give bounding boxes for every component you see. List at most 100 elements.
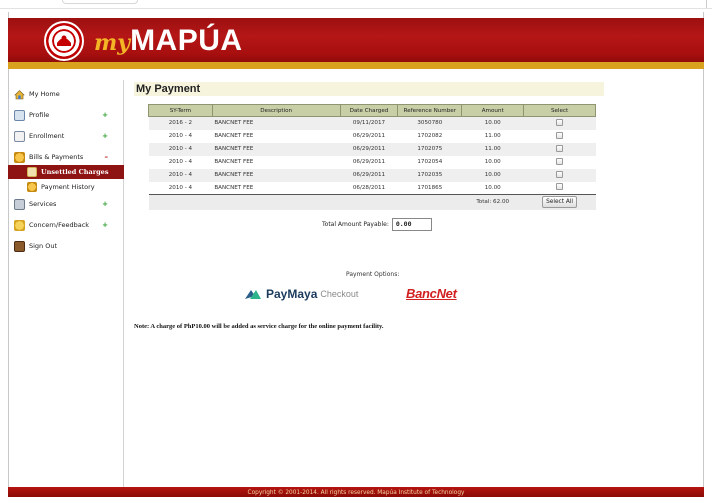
cell-reference-number: 3050780 (397, 116, 462, 130)
cell-sy-term: 2010 - 4 (148, 129, 213, 143)
table-row: 2016 - 2 BANCNET FEE 09/11/2017 3050780 … (148, 116, 596, 130)
brand-prefix: my (94, 30, 131, 56)
paymaya-checkout-label: Checkout (320, 289, 359, 299)
cell-description: BANCNET FEE (212, 116, 340, 130)
select-checkbox[interactable] (556, 183, 564, 191)
sidebar: My Home Profile + Enrollment + Bills & P… (8, 80, 124, 487)
cell-select (523, 181, 596, 195)
column-header: Description (211, 104, 341, 117)
sidebar-item-services[interactable]: Services + (8, 196, 124, 212)
cell-sy-term: 2010 - 4 (148, 181, 213, 195)
collapse-minus-icon[interactable]: – (105, 153, 109, 161)
cell-select (523, 116, 596, 130)
expand-plus-icon[interactable]: + (102, 111, 108, 119)
sidebar-subitem-label: Payment History (41, 183, 95, 191)
select-checkbox[interactable] (556, 170, 564, 178)
sidebar-item-label: My Home (29, 90, 60, 98)
enrollment-doc-icon (14, 130, 25, 142)
sidebar-subitem-payment-history[interactable]: Payment History (8, 180, 124, 194)
sidebar-item-label: Profile (29, 111, 50, 119)
payment-options-label: Payment Options: (346, 271, 400, 278)
seal-emblem-icon (54, 31, 74, 51)
header-gold-stripe (8, 62, 704, 69)
sidebar-item-profile[interactable]: Profile + (8, 107, 124, 123)
sidebar-item-sign-out[interactable]: Sign Out (8, 238, 124, 254)
cell-select (523, 129, 596, 143)
cell-reference-number: 1702035 (397, 168, 462, 182)
sidebar-item-label: Concern/Feedback (29, 221, 90, 229)
cell-amount: 10.00 (461, 155, 524, 169)
sidebar-item-enrollment[interactable]: Enrollment + (8, 128, 124, 144)
expand-plus-icon[interactable]: + (102, 221, 108, 229)
brand-name: MAPÚA (130, 24, 243, 57)
browser-top-edge (0, 0, 712, 12)
sidebar-item-label: Enrollment (29, 132, 65, 140)
bills-coin-icon (14, 151, 25, 163)
cell-amount: 10.00 (461, 168, 524, 182)
column-header: SY-Term (148, 104, 213, 117)
cell-sy-term: 2010 - 4 (148, 168, 213, 182)
sidebar-subitem-label: Unsettled Charges (41, 168, 109, 176)
profile-card-icon (14, 109, 25, 121)
feedback-face-icon (14, 219, 25, 231)
sidebar-item-label: Bills & Payments (29, 153, 84, 161)
paymaya-logo-icon (245, 290, 261, 299)
total-payable-field[interactable]: 0.00 (391, 218, 432, 231)
sidebar-item-bills-payments[interactable]: Bills & Payments – (8, 149, 124, 165)
bancnet-button[interactable]: BancNet (406, 286, 457, 301)
charges-icon (27, 167, 37, 177)
header-banner: myMAPÚA (8, 18, 704, 69)
total-payable-label: Total Amount Payable: (322, 221, 389, 228)
cell-date-charged: 06/28/2011 (340, 181, 398, 195)
table-total-row: Total: 62.00 Select All (148, 194, 596, 210)
select-checkbox[interactable] (556, 144, 564, 152)
table-header-row: SY-Term Description Date Charged Referen… (148, 104, 596, 117)
cell-sy-term: 2010 - 4 (148, 142, 213, 156)
paymaya-checkout-button[interactable]: PayMaya Checkout (244, 287, 358, 301)
select-all-button[interactable]: Select All (542, 196, 578, 209)
cell-date-charged: 06/29/2011 (340, 142, 398, 156)
expand-plus-icon[interactable]: + (102, 200, 108, 208)
cell-amount: 11.00 (461, 129, 524, 143)
cell-amount: 10.00 (461, 116, 524, 130)
table-row: 2010 - 4 BANCNET FEE 06/29/2011 1702035 … (148, 168, 596, 182)
service-charge-note: Note: A charge of PhP10.00 will be added… (134, 323, 384, 330)
sidebar-item-concern-feedback[interactable]: Concern/Feedback + (8, 217, 124, 233)
cell-select (523, 142, 596, 156)
mapua-seal-logo[interactable] (44, 21, 84, 61)
table-row: 2010 - 4 BANCNET FEE 06/29/2011 1702054 … (148, 155, 596, 169)
table-row: 2010 - 4 BANCNET FEE 06/28/2011 1701865 … (148, 181, 596, 195)
expand-plus-icon[interactable]: + (102, 132, 108, 140)
copyright-text: Copyright © 2001-2014. All rights reserv… (247, 490, 465, 496)
sidebar-item-my-home[interactable]: My Home (8, 86, 124, 102)
sidebar-item-label: Services (29, 200, 57, 208)
cell-reference-number: 1702054 (397, 155, 462, 169)
cell-description: BANCNET FEE (212, 168, 340, 182)
select-checkbox[interactable] (556, 131, 564, 139)
paymaya-label: PayMaya (266, 287, 318, 301)
cell-reference-number: 1702075 (397, 142, 462, 156)
select-checkbox[interactable] (556, 157, 564, 165)
column-header: Amount (461, 104, 525, 117)
column-header: Reference Number (397, 104, 463, 117)
scrollbar-fragment[interactable] (706, 0, 712, 8)
tab-fragment (62, 0, 138, 4)
cell-description: BANCNET FEE (212, 129, 340, 143)
history-coin-icon (27, 182, 37, 192)
services-icon (14, 198, 25, 210)
sidebar-subitem-unsettled-charges[interactable]: Unsettled Charges (8, 165, 124, 179)
cell-amount: 11.00 (461, 142, 524, 156)
cell-description: BANCNET FEE (212, 155, 340, 169)
column-header: Select (523, 104, 596, 117)
cell-select (523, 168, 596, 182)
column-header: Date Charged (339, 104, 399, 117)
home-icon (14, 89, 25, 100)
cell-sy-term: 2010 - 4 (148, 155, 213, 169)
table-row: 2010 - 4 BANCNET FEE 06/29/2011 1702075 … (148, 142, 596, 156)
brand-wordmark[interactable]: myMAPÚA (94, 24, 243, 58)
charges-table: SY-Term Description Date Charged Referen… (148, 104, 596, 210)
total-amount-payable: Total Amount Payable: 0.00 (322, 218, 432, 231)
sign-out-door-icon (14, 240, 25, 252)
select-checkbox[interactable] (556, 118, 564, 126)
cell-reference-number: 1701865 (397, 181, 462, 195)
